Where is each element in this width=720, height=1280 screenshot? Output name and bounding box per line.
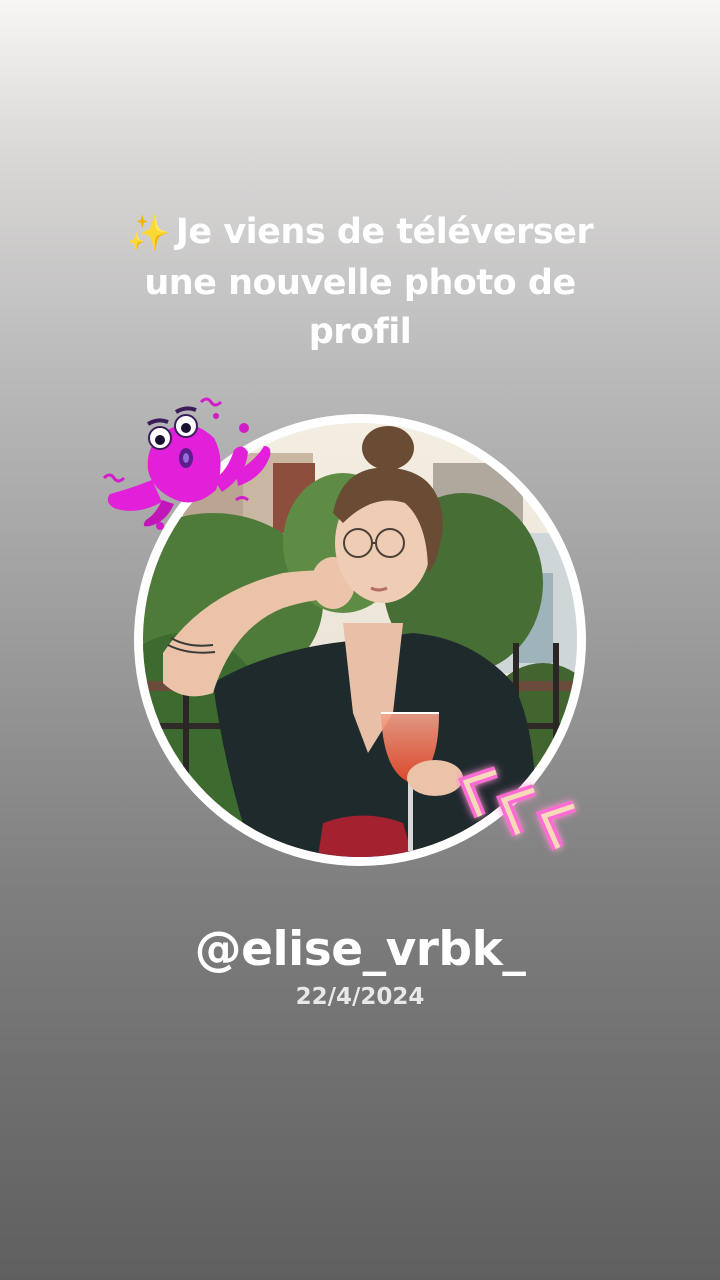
post-date: 22/4/2024 [295,984,425,1010]
pink-monster-sticker[interactable] [96,390,278,540]
username[interactable]: @elise_vrbk_ [0,920,720,980]
neon-chevrons-sticker[interactable] [456,760,596,856]
sparkles-icon: ✨ [126,214,171,254]
headline-text: Je viens de téléverser une nouvelle phot… [144,212,594,352]
headline: ✨ Je viens de téléverser une nouvelle pho… [110,208,610,357]
